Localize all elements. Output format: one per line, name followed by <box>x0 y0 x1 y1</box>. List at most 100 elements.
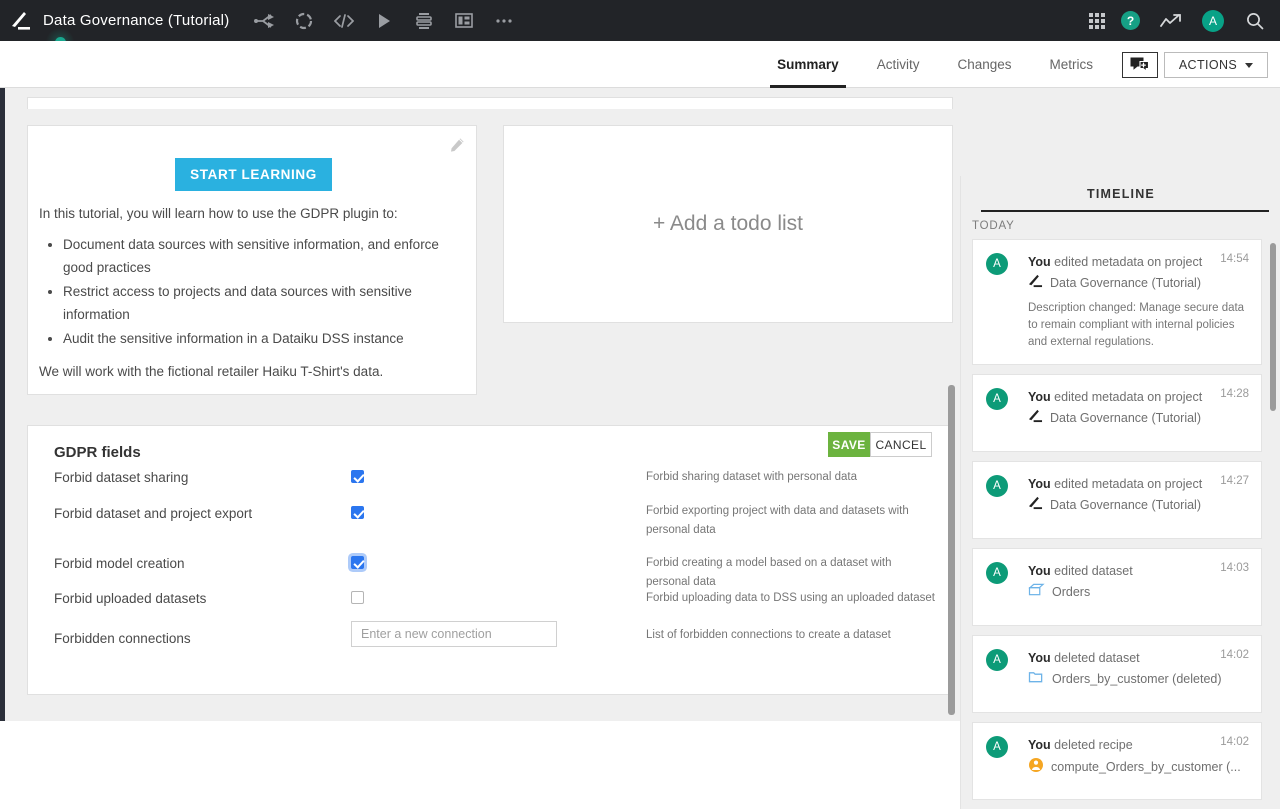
field-description: List of forbidden connections to create … <box>646 629 891 641</box>
tutorial-closing: We will work with the fictional retailer… <box>39 364 384 379</box>
timeline-item[interactable]: A You deleted dataset 14:02 Orders_by_cu… <box>972 635 1262 713</box>
object-name[interactable]: Orders <box>1052 585 1090 599</box>
timeline-item[interactable]: A You deleted recipe 14:02 compute_Order… <box>972 722 1262 800</box>
todo-card[interactable]: + Add a todo list <box>503 125 953 323</box>
project-title[interactable]: Data Governance (Tutorial) <box>43 12 229 29</box>
list-item: Restrict access to projects and data sou… <box>63 280 469 326</box>
save-button[interactable]: SAVE <box>828 432 870 457</box>
action: edited dataset <box>1054 564 1133 578</box>
forbidden-connections-input[interactable] <box>351 621 557 647</box>
apps-grid-icon[interactable] <box>1089 12 1105 29</box>
run-icon[interactable] <box>369 6 399 36</box>
checkbox-forbid-dataset-sharing[interactable] <box>351 470 364 483</box>
tutorial-card: START LEARNING In this tutorial, you wil… <box>27 125 477 395</box>
avatar: A <box>986 253 1008 275</box>
tab-changes[interactable]: Changes <box>938 41 1030 88</box>
project-icon <box>1028 496 1043 513</box>
checkbox-forbid-uploaded-datasets[interactable] <box>351 591 364 604</box>
tab-metrics[interactable]: Metrics <box>1031 41 1113 88</box>
actions-button[interactable]: ACTIONS <box>1164 52 1268 78</box>
add-discussion-icon[interactable] <box>1122 52 1158 78</box>
topbar-right-icons: ? A <box>1089 0 1270 41</box>
timeline-list: A You edited metadata on project 14:54 D… <box>972 239 1262 809</box>
dashboard-icon[interactable] <box>449 6 479 36</box>
timeline-item[interactable]: A You edited metadata on project 14:28 D… <box>972 374 1262 452</box>
action: edited metadata on project <box>1054 255 1203 269</box>
dataset-deleted-icon <box>1028 670 1045 687</box>
action: deleted recipe <box>1054 738 1133 752</box>
tab-summary[interactable]: Summary <box>758 41 858 88</box>
project-icon <box>1028 274 1043 291</box>
add-todo-list-button[interactable]: + Add a todo list <box>504 126 952 322</box>
timestamp: 14:02 <box>1220 736 1249 748</box>
start-learning-button[interactable]: START LEARNING <box>175 158 332 191</box>
tab-activity[interactable]: Activity <box>858 41 939 88</box>
dataiku-logo-icon[interactable] <box>0 0 41 41</box>
object-name[interactable]: Orders_by_customer (deleted) <box>1052 672 1222 686</box>
partial-card-top <box>27 97 953 109</box>
pencil-icon[interactable] <box>449 137 465 158</box>
jobs-icon[interactable] <box>409 6 439 36</box>
actor: You <box>1028 255 1051 269</box>
help-icon[interactable]: ? <box>1121 11 1140 30</box>
search-icon[interactable] <box>1240 6 1270 36</box>
object-name[interactable]: Data Governance (Tutorial) <box>1050 276 1201 290</box>
avatar: A <box>986 562 1008 584</box>
timeline-item[interactable]: A You edited metadata on project 14:27 D… <box>972 461 1262 539</box>
actions-label: ACTIONS <box>1178 58 1238 72</box>
timeline-item[interactable]: A You edited dataset 14:03 Orders <box>972 548 1262 626</box>
gdpr-fields-card: GDPR fields SAVE CANCEL Forbid dataset s… <box>27 425 953 695</box>
action: deleted dataset <box>1054 651 1140 665</box>
tutorial-text: In this tutorial, you will learn how to … <box>39 202 469 385</box>
page-title: GDPR fields <box>54 444 141 461</box>
user-avatar[interactable]: A <box>1202 9 1224 32</box>
timeline-detail: Description changed: Manage secure data … <box>1028 302 1245 348</box>
checkbox-forbid-dataset-and-project-export[interactable] <box>351 506 364 519</box>
project-nav-icons <box>249 6 519 36</box>
field-label: Forbid dataset sharing <box>54 470 189 485</box>
main-scrollbar[interactable] <box>948 385 955 715</box>
timeline-item[interactable]: A You edited metadata on project 14:54 D… <box>972 239 1262 365</box>
field-label: Forbid uploaded datasets <box>54 591 207 606</box>
tab-bar: Summary Activity Changes Metrics ACTIONS <box>0 41 1280 88</box>
action: edited metadata on project <box>1054 390 1203 404</box>
project-icon <box>1028 409 1043 426</box>
recipe-icon <box>1028 757 1044 776</box>
field-label: Forbid dataset and project export <box>54 506 253 521</box>
field-row-forbid-dataset-and-project-export: Forbid dataset and project export Forbid… <box>28 505 954 556</box>
field-description: Forbid creating a model based on a datas… <box>646 557 892 588</box>
timestamp: 14:54 <box>1220 253 1249 265</box>
timestamp: 14:28 <box>1220 388 1249 400</box>
actor: You <box>1028 738 1051 752</box>
more-icon[interactable] <box>489 6 519 36</box>
list-item: Audit the sensitive information in a Dat… <box>63 327 469 350</box>
actor: You <box>1028 564 1051 578</box>
tab-list: Summary Activity Changes Metrics <box>758 41 1112 88</box>
object-name[interactable]: Data Governance (Tutorial) <box>1050 411 1201 425</box>
field-row-forbidden-connections: Forbidden connections List of forbidden … <box>28 621 954 676</box>
dataset-circle-icon[interactable] <box>289 6 319 36</box>
field-label: Forbidden connections <box>54 631 191 646</box>
timestamp: 14:27 <box>1220 475 1249 487</box>
avatar: A <box>986 475 1008 497</box>
object-name[interactable]: Data Governance (Tutorial) <box>1050 498 1201 512</box>
code-icon[interactable] <box>329 6 359 36</box>
timeline-header-underline <box>981 210 1269 212</box>
insights-icon[interactable] <box>1156 6 1186 36</box>
cancel-button[interactable]: CANCEL <box>870 432 932 457</box>
timestamp: 14:02 <box>1220 649 1249 661</box>
flow-icon[interactable] <box>249 6 279 36</box>
actor: You <box>1028 651 1051 665</box>
page-body: START LEARNING In this tutorial, you wil… <box>0 88 1280 809</box>
checkbox-forbid-model-creation[interactable] <box>351 556 364 569</box>
avatar: A <box>986 649 1008 671</box>
timeline-header: TIMELINE <box>1087 186 1155 201</box>
field-label: Forbid model creation <box>54 556 185 571</box>
timeline-scroll-area: A You edited metadata on project 14:54 D… <box>961 239 1280 809</box>
object-name[interactable]: compute_Orders_by_customer (... <box>1051 760 1241 774</box>
timestamp: 14:03 <box>1220 562 1249 574</box>
tutorial-bullet-list: Document data sources with sensitive inf… <box>63 233 469 350</box>
timeline-scrollbar[interactable] <box>1270 243 1276 411</box>
main-content: START LEARNING In this tutorial, you wil… <box>5 88 960 721</box>
timeline-group-label: TODAY <box>972 220 1015 232</box>
